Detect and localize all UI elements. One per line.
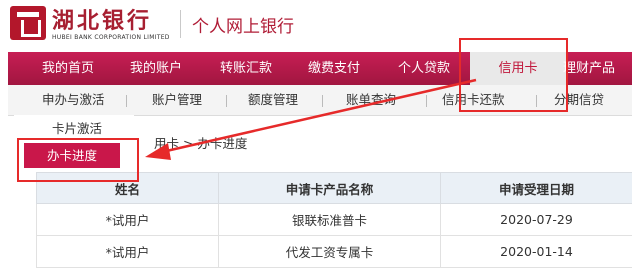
annotation-box-application-progress [17, 138, 139, 182]
nav-item-home[interactable]: 我的首页 [42, 52, 94, 85]
subnav-divider [322, 95, 323, 107]
column-header-product: 申请卡产品名称 [218, 172, 441, 204]
site-title: 个人网上银行 [192, 17, 294, 37]
table-row: *试用户 银联标准普卡 2020-07-29 [36, 203, 632, 236]
nav-item-loans[interactable]: 个人贷款 [398, 52, 450, 85]
annotation-box-credit-card [459, 38, 568, 112]
subnav-item-statement-query[interactable]: 账单查询 [346, 85, 396, 115]
breadcrumb: 用卡 > 办卡进度 [154, 136, 248, 151]
subnav-divider [426, 95, 427, 107]
application-table: 姓名 申请卡产品名称 申请受理日期 *试用户 银联标准普卡 2020-07-29… [36, 172, 632, 268]
cell-date: 2020-01-14 [440, 235, 632, 268]
column-header-date: 申请受理日期 [440, 172, 632, 204]
subnav-item-apply-activate[interactable]: 申办与激活 [42, 85, 105, 115]
subnav-item-limit-management[interactable]: 额度管理 [248, 85, 298, 115]
table-row: *试用户 代发工资专属卡 2020-01-14 [36, 235, 632, 268]
nav-item-transfer[interactable]: 转账汇款 [220, 52, 272, 85]
cell-name: *试用户 [36, 203, 219, 236]
subnav-item-account-management[interactable]: 账户管理 [152, 85, 202, 115]
cell-date: 2020-07-29 [440, 203, 632, 236]
nav-item-wealth[interactable]: 理财产品 [563, 52, 615, 85]
dropdown-item-card-activation[interactable]: 卡片激活 [52, 118, 102, 137]
nav-item-payments[interactable]: 缴费支付 [308, 52, 360, 85]
logo-english-name: HUBEI BANK CORPORATION LIMITED [52, 34, 170, 41]
bank-logo-icon [10, 6, 46, 40]
subnav-divider [226, 95, 227, 107]
cell-name: *试用户 [36, 235, 219, 268]
logo-chinese-name: 湖北银行 [52, 8, 153, 34]
cell-product: 代发工资专属卡 [218, 235, 441, 268]
cell-product: 银联标准普卡 [218, 203, 441, 236]
header-divider [180, 10, 181, 38]
subnav-divider [126, 95, 127, 107]
nav-item-accounts[interactable]: 我的账户 [130, 52, 182, 85]
